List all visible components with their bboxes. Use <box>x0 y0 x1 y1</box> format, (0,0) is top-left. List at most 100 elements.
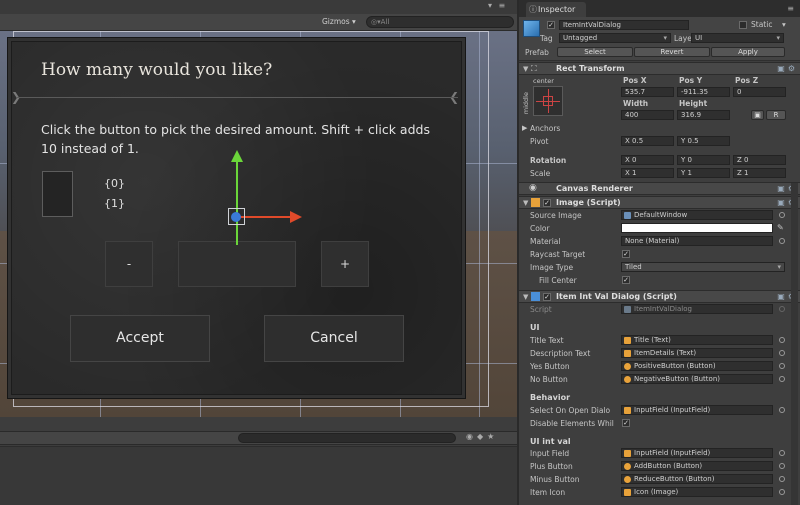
canvas-renderer-header[interactable]: ◉ Canvas Renderer ▣⚙ <box>519 182 800 195</box>
object-picker-icon[interactable] <box>779 463 785 469</box>
script-file-icon <box>531 292 540 301</box>
collapse-arrow-icon[interactable]: ▼ <box>523 65 528 73</box>
cancel-button[interactable]: Cancel <box>264 315 404 362</box>
scale-y-field[interactable]: Y 1 <box>677 168 730 178</box>
image-enabled-checkbox[interactable]: ✓ <box>543 199 551 207</box>
item-icon-label: Item Icon <box>530 488 566 497</box>
description-text-field[interactable]: ItemDetails (Text) <box>621 348 773 358</box>
object-picker-icon[interactable] <box>779 337 785 343</box>
script-enabled-checkbox[interactable]: ✓ <box>543 293 551 301</box>
tab-menu-icon[interactable]: ≡ <box>787 4 794 13</box>
move-gizmo-y-arrow[interactable] <box>231 150 243 162</box>
amount-input-field[interactable] <box>178 241 296 287</box>
tab-inspector-label: Inspector <box>538 5 576 14</box>
pivot-label: Pivot <box>530 137 549 146</box>
move-gizmo-center-handle[interactable] <box>231 212 241 222</box>
scene-search-input[interactable]: ◎▾All <box>366 16 514 28</box>
item-icon-field[interactable]: Icon (Image) <box>621 487 773 497</box>
move-gizmo-x-axis[interactable] <box>238 216 292 218</box>
anchors-expand-icon[interactable]: ▶ <box>522 124 527 132</box>
minus-button[interactable]: - <box>105 241 153 287</box>
pos-y-field[interactable]: -911.35 <box>677 87 730 97</box>
fill-center-checkbox[interactable]: ✓ <box>622 276 630 284</box>
width-field[interactable]: 400 <box>621 110 674 120</box>
object-picker-icon[interactable] <box>779 212 785 218</box>
prefab-revert-button[interactable]: Revert <box>634 47 710 57</box>
pos-x-field[interactable]: 535.7 <box>621 87 674 97</box>
object-picker-icon[interactable] <box>779 238 785 244</box>
select-on-open-label: Select On Open Dialo <box>530 406 611 415</box>
project-filter-icons[interactable]: ◉◆★ <box>466 432 498 441</box>
eye-icon: ◉ <box>529 183 537 193</box>
height-field[interactable]: 316.9 <box>677 110 730 120</box>
color-swatch[interactable] <box>621 223 773 233</box>
plus-button[interactable]: + <box>321 241 369 287</box>
component-settings-icons[interactable]: ▣⚙ <box>777 64 798 73</box>
rotation-y-field[interactable]: Y 0 <box>677 155 730 165</box>
move-gizmo-x-arrow[interactable] <box>290 211 302 223</box>
active-checkbox[interactable]: ✓ <box>547 21 555 29</box>
object-picker-icon[interactable] <box>779 350 785 356</box>
object-name-field[interactable]: ItemIntValDialog <box>559 20 689 30</box>
layer-dropdown[interactable]: UI <box>691 33 784 43</box>
disable-elements-checkbox[interactable]: ✓ <box>622 419 630 427</box>
gizmos-dropdown[interactable]: Gizmos ▾ <box>322 17 356 26</box>
sprite-icon <box>624 212 631 219</box>
scale-x-field[interactable]: X 1 <box>621 168 674 178</box>
item-icon-value: Icon (Image) <box>634 488 679 496</box>
scene-viewport[interactable]: ❯ ❮ How many would you like? Click the b… <box>0 31 517 417</box>
collapse-arrow-icon[interactable]: ▼ <box>523 199 528 207</box>
static-dropdown-icon[interactable]: ▾ <box>782 20 786 29</box>
button-component-icon <box>624 476 631 483</box>
prefab-select-button[interactable]: Select <box>557 47 633 57</box>
minus-button-field[interactable]: ReduceButton (Button) <box>621 474 773 484</box>
title-text-field[interactable]: Title (Text) <box>621 335 773 345</box>
pos-z-field[interactable]: 0 <box>733 87 786 97</box>
plus-button-field[interactable]: AddButton (Button) <box>621 461 773 471</box>
tab-inspector[interactable]: ⓘ Inspector <box>526 2 586 17</box>
move-gizmo-y-axis[interactable] <box>236 157 238 245</box>
description-text-label: Description Text <box>530 349 591 358</box>
blueprint-mode-button[interactable]: ▣ <box>751 110 764 120</box>
static-checkbox[interactable] <box>739 21 747 29</box>
yes-button-field[interactable]: PositiveButton (Button) <box>621 361 773 371</box>
inspector-scrollbar[interactable] <box>791 183 798 505</box>
prefab-apply-button[interactable]: Apply <box>711 47 785 57</box>
scene-window-menu[interactable]: ▾ ≡ <box>488 1 507 10</box>
collapse-arrow-icon[interactable]: ▼ <box>523 293 528 301</box>
raw-edit-button[interactable]: R <box>766 110 786 120</box>
image-script-header[interactable]: ▼ ✓ Image (Script) ▣⚙ <box>519 196 800 209</box>
rotation-z-field[interactable]: Z 0 <box>733 155 786 165</box>
image-type-dropdown[interactable]: Tiled <box>621 262 785 272</box>
anchor-presets-button[interactable] <box>533 86 563 116</box>
gameobject-header: ✓ ItemIntValDialog Static ▾ Tag Untagged… <box>519 17 800 61</box>
project-search-input[interactable] <box>238 433 456 443</box>
object-picker-icon[interactable] <box>779 407 785 413</box>
object-picker-icon[interactable] <box>779 376 785 382</box>
scale-z-field[interactable]: Z 1 <box>733 168 786 178</box>
input-field-field[interactable]: InputField (InputField) <box>621 448 773 458</box>
source-image-field[interactable]: DefaultWindow <box>621 210 773 220</box>
button-component-icon <box>624 363 631 370</box>
accept-button[interactable]: Accept <box>70 315 210 362</box>
object-picker-icon[interactable] <box>779 363 785 369</box>
pivot-x-field[interactable]: X 0.5 <box>621 136 674 146</box>
rect-transform-header[interactable]: ▼ ⛶ Rect Transform ▣⚙ <box>519 62 800 75</box>
raycast-target-checkbox[interactable]: ✓ <box>622 250 630 258</box>
rotation-x-field[interactable]: X 0 <box>621 155 674 165</box>
text-component-icon <box>624 337 631 344</box>
object-picker-icon[interactable] <box>779 476 785 482</box>
image-component-icon <box>624 489 631 496</box>
eyedropper-icon[interactable]: ✎ <box>777 223 784 232</box>
object-picker-icon[interactable] <box>779 450 785 456</box>
text-component-icon <box>624 350 631 357</box>
select-on-open-field[interactable]: InputField (InputField) <box>621 405 773 415</box>
object-picker-icon[interactable] <box>779 489 785 495</box>
material-field[interactable]: None (Material) <box>621 236 773 246</box>
width-label: Width <box>623 99 649 108</box>
no-button-field[interactable]: NegativeButton (Button) <box>621 374 773 384</box>
behavior-section-title: Behavior <box>530 393 571 402</box>
tag-dropdown[interactable]: Untagged <box>559 33 671 43</box>
pivot-y-field[interactable]: Y 0.5 <box>677 136 730 146</box>
item-int-val-dialog-script-header[interactable]: ▼ ✓ Item Int Val Dialog (Script) ▣⚙ <box>519 290 800 303</box>
